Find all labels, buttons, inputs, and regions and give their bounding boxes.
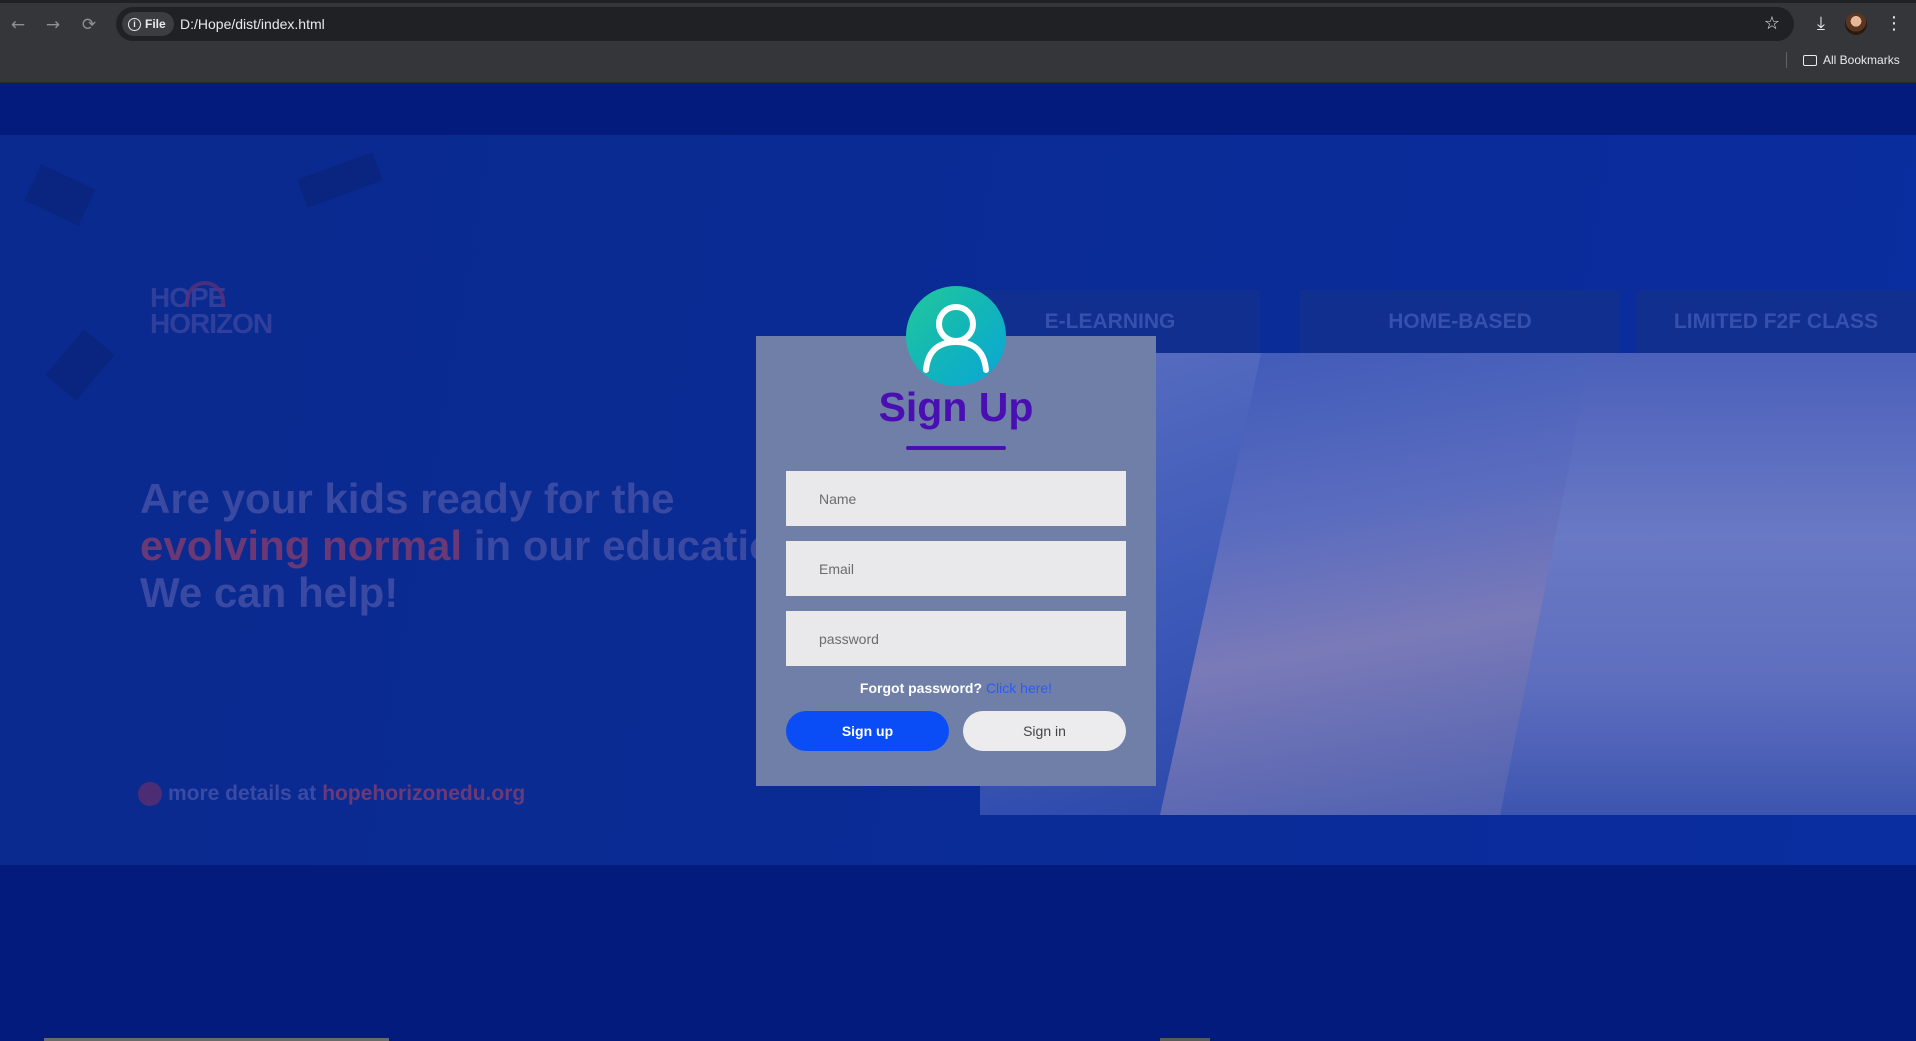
reload-icon[interactable]: ⟳ xyxy=(76,12,102,38)
headline-highlight: evolving normal xyxy=(140,522,463,569)
name-input[interactable] xyxy=(786,471,1126,526)
tab-home-based: HOME-BASED xyxy=(1300,290,1620,354)
title-underline xyxy=(906,446,1006,450)
signup-title: Sign Up xyxy=(878,384,1034,430)
back-icon[interactable]: ← xyxy=(5,12,31,38)
star-icon[interactable]: ☆ xyxy=(1764,11,1780,37)
site-chip-label: File xyxy=(145,17,166,31)
tab-strip xyxy=(0,0,1916,3)
forgot-password-row: Forgot password? Click here! xyxy=(756,678,1156,698)
folder-icon xyxy=(1803,54,1817,66)
url-text[interactable]: D:/Hope/dist/index.html xyxy=(180,7,325,41)
user-icon xyxy=(906,286,1006,386)
signup-button[interactable]: Sign up xyxy=(786,711,949,751)
kebab-menu-icon[interactable]: ⋮ xyxy=(1881,10,1907,38)
decor-shard xyxy=(45,329,115,401)
profile-avatar[interactable] xyxy=(1845,13,1867,35)
browser-toolbar: ← → ⟳ i File D:/Hope/dist/index.html ☆ ⤓… xyxy=(0,0,1916,83)
all-bookmarks-button[interactable]: All Bookmarks xyxy=(1803,52,1900,68)
details-site: hopehorizonedu.org xyxy=(322,782,526,805)
globe-icon xyxy=(138,782,162,806)
headline-line2-rest: in our educatio xyxy=(462,522,775,569)
click-here-link[interactable]: Click here! xyxy=(986,680,1052,696)
decor-shard xyxy=(297,152,383,208)
hope-horizon-logo: HOPE HORIZON xyxy=(150,281,273,339)
forward-icon[interactable]: → xyxy=(40,12,66,38)
forgot-password-text: Forgot password? xyxy=(859,680,983,696)
email-input[interactable] xyxy=(786,541,1126,596)
logo-line2: HORIZON xyxy=(150,308,273,339)
info-icon: i xyxy=(128,17,141,31)
signin-button[interactable]: Sign in xyxy=(963,711,1126,751)
bookmarks-divider xyxy=(1786,52,1787,68)
more-details: more details at hopehorizonedu.org xyxy=(138,782,525,806)
decor-shard xyxy=(24,164,96,226)
site-info-chip[interactable]: i File xyxy=(122,12,174,36)
download-icon[interactable]: ⤓ xyxy=(1808,10,1834,38)
details-prefix: more details at xyxy=(168,782,317,805)
all-bookmarks-label: All Bookmarks xyxy=(1823,53,1900,67)
tab-limited-f2f: LIMITED F2F CLASS xyxy=(1636,290,1916,354)
password-input[interactable] xyxy=(786,611,1126,666)
address-bar[interactable]: i File D:/Hope/dist/index.html ☆ xyxy=(116,7,1794,41)
